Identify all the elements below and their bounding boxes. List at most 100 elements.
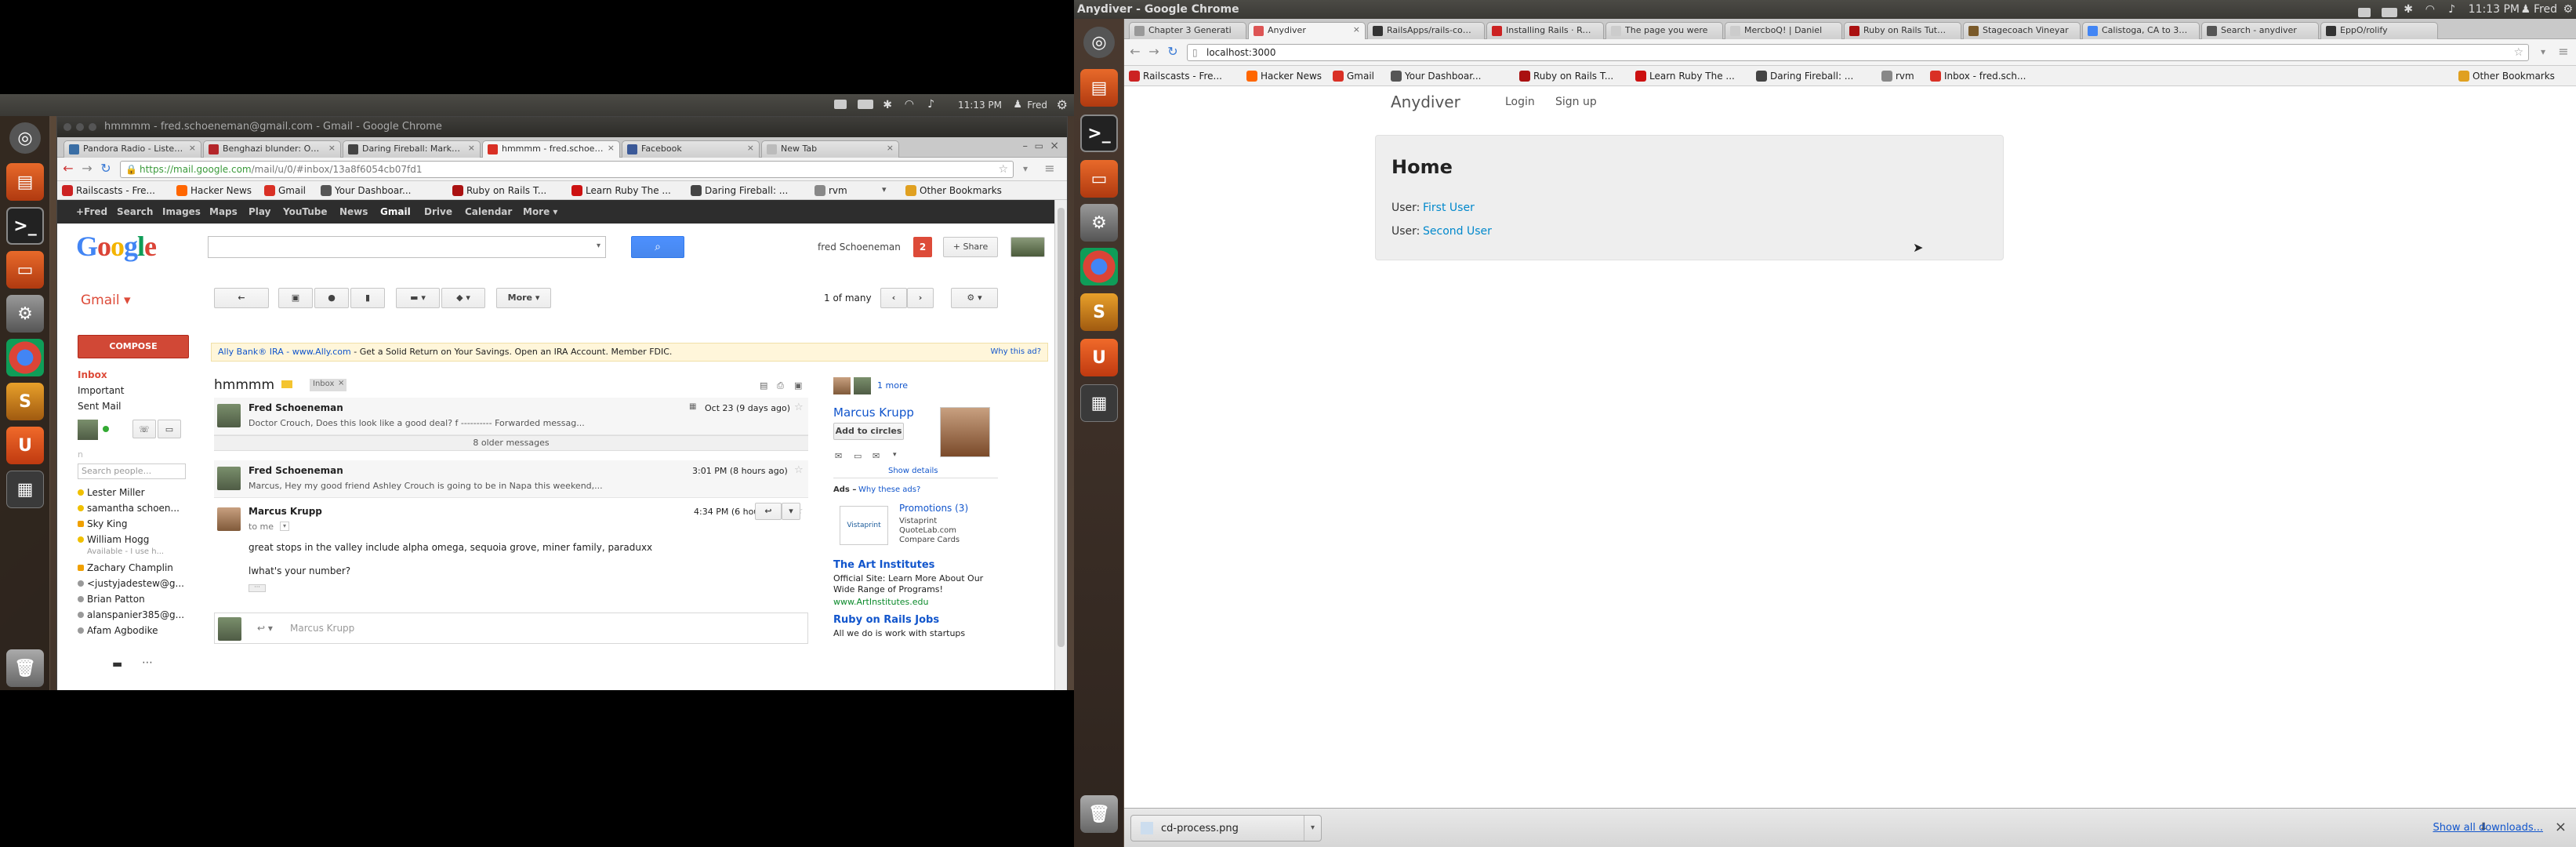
tab-facebook[interactable]: Facebook × [622, 140, 760, 158]
search-people-input[interactable]: Search people... [78, 463, 186, 479]
important-marker-icon[interactable] [281, 380, 292, 388]
battery-icon[interactable] [858, 100, 873, 111]
volume-icon[interactable]: ♪ [2448, 0, 2455, 19]
bluetooth-icon[interactable]: ✱ [2404, 0, 2413, 19]
mail-icon[interactable] [834, 100, 847, 111]
profile-avatar[interactable] [1010, 237, 1045, 257]
participant-avatar[interactable] [833, 377, 851, 394]
more-reply-options-button[interactable]: ▾ [782, 503, 800, 520]
close-tab-icon[interactable]: × [608, 143, 615, 153]
tab-pandora[interactable]: Pandora Radio - Listen to × [63, 140, 201, 158]
print-icon[interactable]: ⎙ [777, 380, 784, 391]
chat-icon[interactable]: ▭ [854, 451, 862, 461]
bookmark-dashboard[interactable]: Your Dashboar... [1391, 70, 1481, 82]
tab-chapter-3[interactable]: Chapter 3 Generati [1129, 22, 1246, 39]
reply-button[interactable]: ↩ [755, 503, 782, 520]
back-to-inbox-button[interactable]: ← [214, 288, 269, 308]
gbar-news[interactable]: News [339, 200, 368, 224]
tab-anydiver[interactable]: Anydiver × [1248, 22, 1366, 40]
show-details-icon[interactable]: ▾ [280, 522, 289, 531]
chat-button[interactable]: ▭ [158, 420, 181, 438]
tab-mercboq[interactable]: MercboQ! | Daniel [1725, 22, 1842, 39]
wifi-icon[interactable]: ◠ [905, 98, 914, 111]
gbar-images[interactable]: Images [162, 200, 201, 224]
address-bar[interactable]: ▯ localhost:3000 ☆ [1187, 44, 2529, 61]
ad-title-link[interactable]: The Art Institutes [833, 559, 934, 571]
extension-dropdown-icon[interactable]: ▾ [1018, 161, 1032, 176]
bookmark-daring-fireball[interactable]: Daring Fireball: ... [691, 184, 788, 197]
message-collapsed[interactable]: Fred Schoeneman 3:01 PM (8 hours ago) ☆ … [214, 460, 808, 498]
vistaprint-logo[interactable]: Vistaprint [840, 506, 888, 545]
tab-error-page[interactable]: The page you were [1605, 22, 1723, 39]
vertical-scrollbar[interactable] [1054, 200, 1067, 691]
message-collapsed[interactable]: Fred Schoeneman ▦ Oct 23 (9 days ago) ☆ … [214, 398, 808, 435]
ubuntu-one-icon[interactable]: U [6, 427, 44, 464]
back-icon[interactable]: ← [1127, 44, 1143, 60]
bookmark-ruby-on-rails[interactable]: Ruby on Rails T... [452, 184, 546, 197]
bookmark-rvm[interactable]: rvm [1881, 70, 1914, 82]
home-folder-icon[interactable]: ▭ [1080, 160, 1118, 198]
workspace-icon[interactable]: ▦ [1080, 384, 1118, 422]
new-window-icon[interactable]: ▣ [794, 380, 802, 391]
status-dot-icon[interactable] [103, 426, 109, 432]
gbar-gmail[interactable]: Gmail [380, 200, 411, 224]
promotion-item[interactable]: Vistaprint [899, 517, 937, 525]
google-logo[interactable]: Google [76, 230, 157, 263]
promotion-item[interactable]: QuoteLab.com [899, 526, 956, 535]
settings-icon[interactable]: ⚙ [1080, 204, 1118, 242]
nav-sign-up[interactable]: Sign up [1555, 96, 1597, 108]
archive-button[interactable]: ▣ [278, 288, 313, 308]
promotions-link[interactable]: Promotions (3) [899, 503, 968, 514]
reload-icon[interactable]: ↻ [98, 161, 114, 176]
bookmark-hacker-news[interactable]: Hacker News [176, 184, 252, 197]
wifi-icon[interactable]: ◠ [2425, 0, 2435, 19]
nav-inbox[interactable]: Inbox [78, 369, 107, 380]
chrome-icon[interactable] [6, 339, 44, 376]
bookmark-railscasts[interactable]: Railscasts - Fre... [1129, 70, 1222, 82]
bookmark-rvm[interactable]: rvm [815, 184, 847, 197]
why-these-ads-link[interactable]: Why these ads? [858, 485, 920, 494]
star-icon[interactable]: ☆ [794, 402, 804, 413]
call-phone-button[interactable]: ☏ [132, 420, 156, 438]
back-icon[interactable]: ← [60, 161, 76, 176]
user-link[interactable]: Second User [1423, 225, 1492, 238]
user-name[interactable]: Fred [1027, 100, 1047, 111]
nav-important[interactable]: Important [78, 385, 125, 396]
more-people-link[interactable]: 1 more [877, 380, 908, 391]
gbar-maps[interactable]: Maps [209, 200, 238, 224]
top-ad-banner[interactable]: Ally Bank® IRA - www.Ally.com - Get a So… [211, 343, 1048, 362]
reply-box[interactable]: ↩ ▾ Marcus Krupp [214, 613, 808, 644]
chrome-menu-icon[interactable]: ≡ [1042, 161, 1058, 176]
bookmark-learn-ruby[interactable]: Learn Ruby The ... [1635, 70, 1735, 82]
reply-type-icon[interactable]: ↩ ▾ [257, 623, 273, 634]
tab-search-anydiver[interactable]: Search - anydiver [2201, 22, 2319, 39]
contact-item[interactable]: Zachary Champlin [70, 561, 203, 576]
minimize-window-icon[interactable] [76, 123, 84, 131]
close-tab-icon[interactable]: × [747, 143, 754, 153]
add-to-circles-button[interactable]: Add to circles [833, 423, 904, 440]
report-spam-button[interactable]: ● [314, 288, 349, 308]
contact-item[interactable]: Brian Patton [70, 592, 203, 608]
gbar-play[interactable]: Play [249, 200, 270, 224]
maximize-window-icon[interactable] [89, 123, 96, 131]
more-chat-icon[interactable]: ⋯ [142, 656, 153, 669]
delete-button[interactable]: ▮ [350, 288, 385, 308]
tab-rails-tutorial[interactable]: Ruby on Rails Tutoria [1844, 22, 1961, 39]
bookmark-ruby-on-rails[interactable]: Ruby on Rails T... [1519, 70, 1613, 82]
account-name[interactable]: fred Schoeneman [818, 242, 901, 253]
download-item[interactable]: cd-process.png ▾ [1130, 815, 1322, 842]
contact-item[interactable]: Afam Agbodike [70, 623, 203, 639]
clock[interactable]: 11:13 PM [958, 100, 1002, 111]
close-tab-icon[interactable]: × [189, 143, 196, 153]
show-all-downloads-link[interactable]: Show all downloads... [2433, 822, 2543, 834]
close-tab-icon[interactable]: × [887, 143, 894, 153]
trash-icon[interactable]: 🗑 [1080, 795, 1118, 833]
move-to-button[interactable]: ▬ ▾ [396, 288, 440, 308]
ad-sponsor-link[interactable]: Ally Bank® IRA - www.Ally.com [218, 347, 351, 357]
chat-bubble-icon[interactable]: ▬ [112, 658, 122, 671]
bookmark-star-icon[interactable]: ☆ [2513, 45, 2523, 60]
sender-name[interactable]: Marcus Krupp [249, 506, 322, 517]
compose-button[interactable]: COMPOSE [78, 335, 189, 358]
reload-icon[interactable]: ↻ [1165, 44, 1181, 60]
contact-item[interactable]: Lester Miller [70, 485, 203, 501]
